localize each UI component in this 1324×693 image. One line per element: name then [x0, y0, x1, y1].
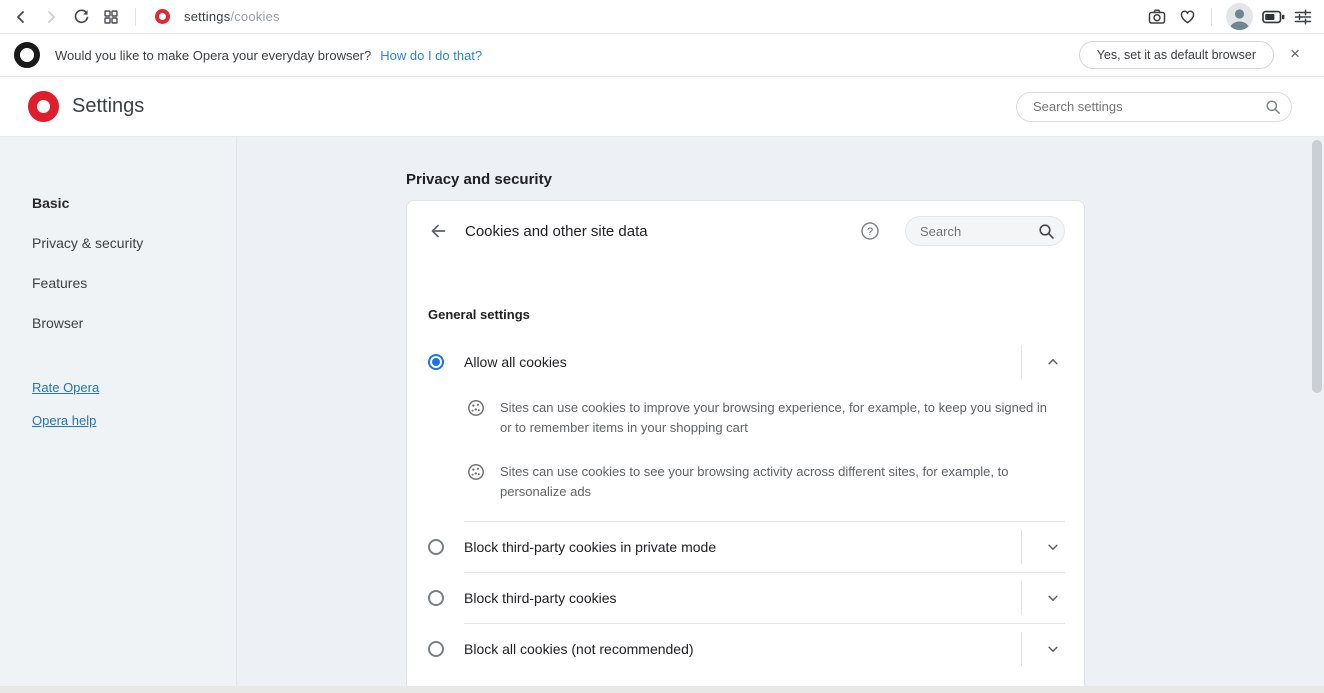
- card-header: Cookies and other site data ?: [407, 201, 1084, 261]
- back-icon: [13, 9, 29, 25]
- page-title: Settings: [72, 95, 144, 118]
- expand-button[interactable]: [1022, 540, 1084, 554]
- chevron-down-icon: [1046, 540, 1060, 554]
- easy-setup-button[interactable]: [1288, 2, 1318, 32]
- toolbar-divider: [135, 8, 136, 26]
- help-button[interactable]: ?: [859, 220, 881, 242]
- url-secondary: /cookies: [230, 9, 279, 24]
- cookies-card: Cookies and other site data ? General se…: [406, 200, 1085, 686]
- user-icon: [1226, 6, 1253, 30]
- tab-tiling-button[interactable]: [96, 2, 126, 32]
- description-text: Sites can use cookies to improve your br…: [500, 398, 1060, 438]
- search-icon: [1038, 223, 1055, 240]
- card-title: Cookies and other site data: [465, 223, 648, 240]
- chevron-up-icon: [1046, 355, 1060, 369]
- option-description: Sites can use cookies to improve your br…: [407, 398, 1084, 438]
- easy-setup-icon: [1294, 9, 1312, 25]
- how-do-i-link[interactable]: How do I do that?: [380, 48, 482, 63]
- svg-text:?: ?: [867, 226, 873, 238]
- reload-icon: [73, 8, 90, 25]
- description-text: Sites can use cookies to see your browsi…: [500, 462, 1060, 502]
- option-block-third-party-private[interactable]: Block third-party cookies in private mod…: [407, 522, 1084, 572]
- reload-button[interactable]: [66, 2, 96, 32]
- battery-icon: [1262, 10, 1285, 24]
- back-button[interactable]: [6, 2, 36, 32]
- section-title: Privacy and security: [406, 171, 1324, 188]
- expand-button[interactable]: [1022, 591, 1084, 605]
- settings-main: Privacy and security Cookies and other s…: [237, 137, 1324, 693]
- scrollbar-thumb[interactable]: [1312, 140, 1322, 393]
- back-arrow-button[interactable]: [428, 221, 448, 241]
- settings-search-input[interactable]: [1033, 99, 1265, 114]
- cookie-icon: [467, 399, 485, 417]
- snapshot-button[interactable]: [1142, 2, 1172, 32]
- opera-favicon: [155, 9, 170, 24]
- forward-button[interactable]: [36, 2, 66, 32]
- camera-icon: [1148, 8, 1166, 25]
- set-default-browser-button[interactable]: Yes, set it as default browser: [1079, 41, 1274, 69]
- settings-header: Settings: [0, 77, 1324, 137]
- group-label: General settings: [428, 307, 1084, 322]
- option-label: Allow all cookies: [464, 354, 567, 370]
- option-label: Block third-party cookies in private mod…: [464, 539, 716, 555]
- cookie-icon: [467, 463, 485, 481]
- toolbar-divider: [1211, 8, 1212, 26]
- expand-button[interactable]: [1022, 642, 1084, 656]
- window-bottom-edge: [0, 686, 1324, 693]
- option-allow-all-cookies[interactable]: Allow all cookies: [407, 338, 1084, 386]
- help-icon: ?: [860, 221, 880, 241]
- heart-icon: [1179, 9, 1196, 25]
- sidebar-item-privacy-security[interactable]: Privacy & security: [0, 223, 236, 263]
- opera-logo-black: [14, 42, 40, 68]
- browser-toolbar: settings/cookies: [0, 0, 1324, 34]
- arrow-left-icon: [429, 222, 447, 240]
- option-label: Block all cookies (not recommended): [464, 641, 694, 657]
- sidebar-item-features[interactable]: Features: [0, 263, 236, 303]
- card-search-box[interactable]: [905, 216, 1065, 246]
- url-primary: settings: [184, 9, 230, 24]
- tab-tiling-icon: [103, 9, 119, 25]
- close-icon[interactable]: ×: [1274, 44, 1310, 66]
- option-label: Block third-party cookies: [464, 590, 617, 606]
- battery-saver-button[interactable]: [1258, 2, 1288, 32]
- forward-icon: [43, 9, 59, 25]
- chevron-down-icon: [1046, 591, 1060, 605]
- radio-unselected[interactable]: [428, 539, 444, 555]
- radio-unselected[interactable]: [428, 641, 444, 657]
- opera-logo-red: [28, 91, 59, 122]
- settings-sidebar: Basic Privacy & security Features Browse…: [0, 137, 237, 693]
- opera-help-link[interactable]: Opera help: [32, 413, 96, 428]
- search-icon: [1265, 99, 1281, 115]
- radio-selected[interactable]: [428, 354, 444, 370]
- option-block-third-party[interactable]: Block third-party cookies: [407, 573, 1084, 623]
- bookmarks-button[interactable]: [1172, 2, 1202, 32]
- default-browser-banner: Would you like to make Opera your everyd…: [0, 34, 1324, 77]
- option-description: Sites can use cookies to see your browsi…: [407, 462, 1084, 502]
- banner-message: Would you like to make Opera your everyd…: [55, 48, 371, 63]
- settings-content: Basic Privacy & security Features Browse…: [0, 137, 1324, 693]
- settings-search-box[interactable]: [1016, 92, 1292, 122]
- chevron-down-icon: [1046, 642, 1060, 656]
- sidebar-item-basic[interactable]: Basic: [0, 183, 236, 223]
- collapse-button[interactable]: [1022, 355, 1084, 369]
- card-search-input[interactable]: [920, 224, 1038, 239]
- sidebar-item-browser[interactable]: Browser: [0, 303, 236, 343]
- profile-avatar[interactable]: [1226, 3, 1253, 30]
- address-bar[interactable]: settings/cookies: [184, 9, 280, 24]
- rate-opera-link[interactable]: Rate Opera: [32, 380, 99, 395]
- option-block-all-cookies[interactable]: Block all cookies (not recommended): [407, 624, 1084, 674]
- radio-unselected[interactable]: [428, 590, 444, 606]
